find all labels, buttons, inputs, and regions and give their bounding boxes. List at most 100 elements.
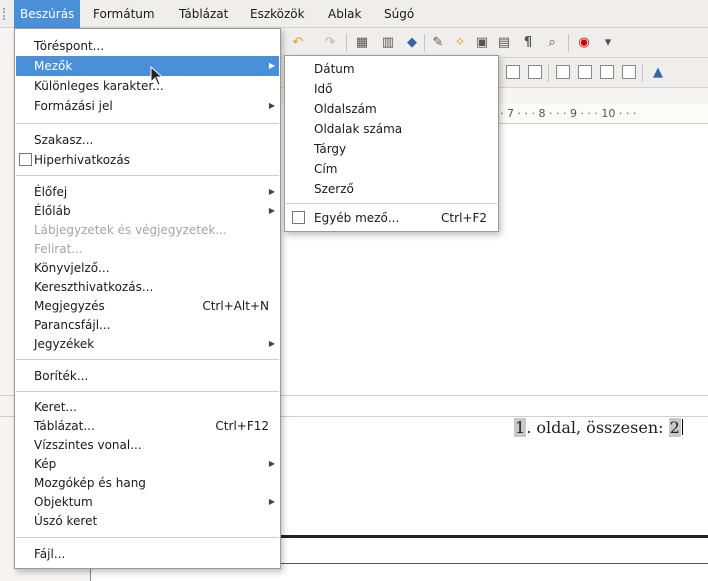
menu-item-formatting-mark[interactable]: Formázási jel ▶ (16, 96, 279, 116)
menu-item-file[interactable]: Fájl... (16, 544, 279, 564)
menu-item-label: Megjegyzés (34, 299, 105, 313)
show-draw-functions-icon[interactable]: ▥ (380, 35, 396, 51)
font-color-icon[interactable]: ▲ (650, 65, 666, 81)
menu-item-cross-reference[interactable]: Kereszthivatkozás... (16, 277, 279, 297)
menu-item-label: Egyéb mező... (314, 211, 400, 225)
submenu-item-other-fields[interactable]: Egyéb mező... Ctrl+F2 (286, 208, 497, 228)
redo-icon[interactable]: ↷ (322, 35, 338, 51)
menu-item-section[interactable]: Szakasz... (16, 130, 279, 150)
increase-indent-icon[interactable] (622, 65, 636, 79)
chart-icon[interactable]: ◆ (404, 35, 420, 51)
menu-item-label: Objektum (34, 495, 93, 509)
submenu-item-author[interactable]: Szerző (286, 179, 497, 199)
menu-item-label: Jegyzékek (34, 337, 95, 351)
menu-item-table[interactable]: Táblázat... Ctrl+F12 (16, 416, 279, 436)
horizontal-ruler[interactable]: · 7 · · · 8 · · · 9 · · · 10 · · · (480, 104, 708, 124)
submenu-item-date[interactable]: Dátum (286, 59, 497, 79)
menu-item-label: Élőfej (34, 185, 68, 199)
bullets-icon[interactable] (578, 65, 592, 79)
menu-item-footnotes[interactable]: Lábjegyzetek és végjegyzetek... (16, 220, 279, 240)
page-number-field[interactable]: 1 (514, 418, 527, 437)
menu-separator (16, 175, 279, 176)
footer-static-text: . oldal, összesen: (526, 418, 669, 437)
submenu-arrow-icon: ▶ (268, 339, 275, 348)
menu-help[interactable]: Súgó (378, 0, 420, 28)
numbering-icon[interactable] (556, 65, 570, 79)
align-right-icon[interactable] (506, 65, 520, 79)
menu-item-label: Oldalak száma (314, 122, 403, 136)
menu-item-label: Boríték... (34, 369, 89, 383)
menu-table[interactable]: Táblázat (173, 0, 234, 28)
menu-window[interactable]: Ablak (322, 0, 367, 28)
submenu-arrow-icon: ▶ (268, 101, 275, 110)
menu-item-comment[interactable]: Megjegyzés Ctrl+Alt+N (16, 296, 279, 316)
menubar: Beszúrás Formátum Táblázat Eszközök Abla… (0, 0, 708, 28)
data-sources-icon[interactable]: ▣ (474, 35, 490, 51)
menu-item-horizontal-line[interactable]: Vízszintes vonal... (16, 435, 279, 455)
document-icon[interactable]: ▤ (496, 35, 512, 51)
menu-item-footer[interactable]: Élőláb ▶ (16, 201, 279, 221)
menu-item-label: Különleges karakter... (34, 79, 164, 93)
menu-item-label: Táblázat... (34, 419, 95, 433)
submenu-item-subject[interactable]: Tárgy (286, 139, 497, 159)
menu-item-label: Idő (314, 82, 333, 96)
toolbar-separator (568, 34, 569, 52)
menu-item-script[interactable]: Parancsfájl... (16, 315, 279, 335)
submenu-item-title[interactable]: Cím (286, 159, 497, 179)
navigator-icon[interactable]: ✎ (430, 35, 446, 51)
menu-item-bookmark[interactable]: Könyvjelző... (16, 258, 279, 278)
menu-item-label: Keret... (34, 400, 77, 414)
submenu-arrow-icon: ▶ (268, 497, 275, 506)
menu-item-label: Formázási jel (34, 99, 113, 113)
menu-item-floating-frame[interactable]: Úszó keret (16, 511, 279, 531)
standard-toolbar: ↶ ↷ ▦ ▥ ◆ ✎ ✧ ▣ ▤ ¶ ⌕ ◉ ▾ (280, 28, 708, 58)
menu-item-frame[interactable]: Keret... (16, 397, 279, 417)
page-footer-text[interactable]: 1. oldal, összesen: 2 (514, 418, 683, 437)
menu-item-label: Tárgy (314, 142, 347, 156)
submenu-arrow-icon: ▶ (268, 187, 275, 196)
toolbar-separator (424, 34, 425, 52)
menu-item-label: Úszó keret (34, 514, 98, 528)
menu-item-fields[interactable]: Mezők ▶ (16, 56, 279, 76)
justify-icon[interactable] (528, 65, 542, 79)
menu-insert[interactable]: Beszúrás (14, 0, 81, 28)
menu-separator (16, 123, 279, 124)
submenu-item-page-number[interactable]: Oldalszám (286, 99, 497, 119)
gallery-icon[interactable]: ✧ (452, 35, 468, 51)
submenu-arrow-icon: ▶ (268, 459, 275, 468)
page-count-field[interactable]: 2 (668, 418, 681, 437)
menu-item-header[interactable]: Élőfej ▶ (16, 182, 279, 202)
menu-tools[interactable]: Eszközök (244, 0, 311, 28)
table-icon[interactable]: ▦ (354, 35, 370, 51)
toolbar-grip[interactable] (3, 8, 9, 20)
menu-item-label: Szerző (314, 182, 354, 196)
menu-item-envelope[interactable]: Boríték... (16, 366, 279, 386)
menu-item-label: Kép (34, 457, 57, 471)
menu-item-caption[interactable]: Felirat... (16, 239, 279, 259)
decrease-indent-icon[interactable] (600, 65, 614, 79)
menu-item-picture[interactable]: Kép ▶ (16, 454, 279, 474)
help-icon[interactable]: ◉ (576, 35, 592, 51)
menu-separator (16, 391, 279, 392)
submenu-item-page-count[interactable]: Oldalak száma (286, 119, 497, 139)
menu-item-shortcut: Ctrl+F2 (441, 211, 487, 225)
menu-item-special-character[interactable]: Különleges karakter... (16, 76, 279, 96)
menu-item-movie-sound[interactable]: Mozgókép és hang (16, 473, 279, 493)
undo-icon[interactable]: ↶ (290, 35, 306, 51)
menu-item-indexes[interactable]: Jegyzékek ▶ (16, 334, 279, 354)
menu-item-label: Könyvjelző... (34, 261, 110, 275)
menu-item-object[interactable]: Objektum ▶ (16, 492, 279, 512)
menu-item-label: Mezők (34, 59, 73, 73)
submenu-arrow-icon: ▶ (268, 206, 275, 215)
fields-submenu: Dátum Idő Oldalszám Oldalak száma Tárgy … (284, 55, 499, 232)
menu-format[interactable]: Formátum (87, 0, 161, 28)
menu-item-hyperlink[interactable]: Hiperhivatkozás (16, 150, 279, 170)
chevron-down-icon[interactable]: ▾ (600, 35, 616, 51)
checkbox-icon (19, 153, 32, 166)
zoom-icon[interactable]: ⌕ (544, 35, 560, 51)
formatting-marks-icon[interactable]: ¶ (520, 35, 536, 51)
submenu-item-time[interactable]: Idő (286, 79, 497, 99)
menu-item-break[interactable]: Töréspont... (16, 36, 279, 56)
menu-item-label: Cím (314, 162, 338, 176)
menu-item-shortcut: Ctrl+F12 (215, 419, 269, 433)
